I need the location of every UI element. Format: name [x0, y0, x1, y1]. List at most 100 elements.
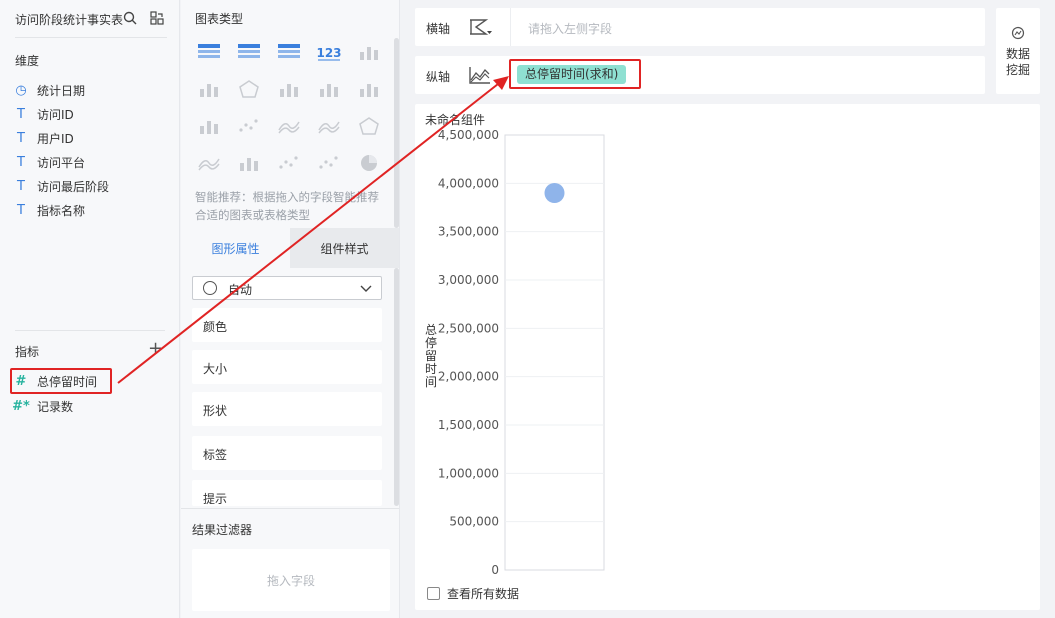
- dimension-field[interactable]: T 指标名称: [10, 199, 160, 221]
- scatter-step-icon: [239, 119, 258, 132]
- text-type-icon: T: [17, 130, 25, 146]
- chart-type-table-compare[interactable]: [191, 75, 227, 103]
- y-tick-label: 4,000,000: [438, 176, 499, 190]
- dataset-title: 访问阶段统计事实表: [15, 13, 124, 27]
- result-filter-section: 结果过滤器 拖入字段: [181, 508, 399, 618]
- y-tick-label: 1,500,000: [438, 418, 499, 432]
- property-color[interactable]: 颜色: [192, 308, 382, 342]
- bar-histogram-icon: [240, 158, 258, 171]
- shape-type-value: 自动: [228, 283, 253, 297]
- dimension-field[interactable]: T 访问ID: [10, 103, 160, 125]
- clock-icon: ◷: [15, 82, 27, 98]
- property-label: 形状: [203, 404, 228, 418]
- dimension-field[interactable]: ◷ 统计日期: [10, 79, 160, 101]
- y-tick-label: 2,500,000: [438, 321, 499, 335]
- chart-type-kpi-number[interactable]: 123: [311, 38, 347, 66]
- view-all-data-toggle[interactable]: 查看所有数据: [427, 585, 519, 602]
- text-type-icon: T: [17, 106, 25, 122]
- property-tooltip[interactable]: 提示: [192, 480, 382, 506]
- chart-type-radar[interactable]: [351, 112, 387, 140]
- divider: [510, 8, 511, 46]
- chart-type-heat-grid[interactable]: [191, 112, 227, 140]
- data-mining-button[interactable]: 数据 挖掘: [996, 8, 1040, 94]
- bar-stacked-icon: [280, 84, 298, 97]
- chart-type-line-cross[interactable]: [311, 112, 347, 140]
- field-label: 指标名称: [37, 203, 86, 218]
- chart-type-scatter-dots[interactable]: [271, 149, 307, 177]
- property-size[interactable]: 大小: [192, 350, 382, 384]
- sort-axis-icon[interactable]: [468, 17, 492, 37]
- text-type-icon: T: [17, 202, 25, 218]
- table-mini-icon: [360, 47, 378, 60]
- table-compare-icon: [200, 84, 218, 97]
- bar-column-icon: [320, 84, 338, 97]
- property-label: 大小: [203, 362, 228, 376]
- chart-type-scrollbar[interactable]: [394, 38, 399, 228]
- field-label: 访问最后阶段: [37, 179, 110, 194]
- field-label: 用户ID: [37, 131, 74, 146]
- x-axis-drop-zone[interactable]: 请拖入左侧字段: [528, 20, 612, 37]
- svg-text:123: 123: [317, 46, 341, 60]
- chart-type-table-cross[interactable]: [231, 38, 267, 66]
- scatter-point[interactable]: [544, 183, 565, 203]
- text-type-icon: T: [17, 178, 25, 194]
- divider: [15, 330, 165, 331]
- property-scrollbar[interactable]: [394, 268, 399, 506]
- layout-switch-icon[interactable]: [150, 11, 164, 25]
- chart-type-pie[interactable]: [351, 149, 387, 177]
- view-all-label: 查看所有数据: [447, 587, 520, 601]
- filter-drop-zone[interactable]: 拖入字段: [192, 549, 390, 611]
- chart-type-bar-grouped[interactable]: [351, 75, 387, 103]
- chart-type-bar-stacked[interactable]: [271, 75, 307, 103]
- scatter-plot: 0 500,000 1,000,000 1,500,000 2,000,000 2,500…: [425, 128, 605, 577]
- chart-type-area-wave[interactable]: [191, 149, 227, 177]
- field-label: 访问平台: [37, 155, 86, 170]
- property-tabs: 图形属性 组件样式: [181, 228, 399, 268]
- y-tick-label: 3,500,000: [438, 225, 499, 239]
- dataset-header: 访问阶段统计事实表: [15, 10, 167, 38]
- result-filter-title: 结果过滤器: [192, 523, 253, 537]
- dimension-field[interactable]: T 访问平台: [10, 151, 160, 173]
- smart-recommend-hint: 智能推荐：根据拖入的字段智能推荐合适的图表或表格类型: [195, 190, 379, 222]
- chart-type-title: 图表类型: [195, 12, 244, 26]
- chart-type-scatter-step[interactable]: [231, 112, 267, 140]
- chart-type-table-detail[interactable]: [271, 38, 307, 66]
- view-all-checkbox[interactable]: [427, 587, 440, 600]
- pie-icon: [361, 155, 377, 171]
- property-label: 提示: [203, 492, 228, 506]
- table-detail-icon: [278, 44, 300, 58]
- chart-component: 未命名组件 0 500,000 1,000,000 1,500,000 2,000,00…: [415, 104, 1040, 610]
- dimension-field[interactable]: T 用户ID: [10, 127, 160, 149]
- field-label: 统计日期: [37, 83, 86, 98]
- tab-graphic-properties[interactable]: 图形属性: [181, 228, 290, 268]
- dimension-field[interactable]: T 访问最后阶段: [10, 175, 160, 197]
- metric-field[interactable]: #* 记录数: [10, 395, 160, 417]
- x-axis-label: 横轴: [426, 22, 451, 36]
- chart-type-bar-column[interactable]: [311, 75, 347, 103]
- search-icon[interactable]: [123, 11, 137, 25]
- shape-type-select[interactable]: 自动: [192, 276, 382, 300]
- metrics-label: 指标: [15, 345, 40, 359]
- chart-type-table-mini[interactable]: [351, 38, 387, 66]
- line-chart-axis-icon[interactable]: [468, 65, 492, 85]
- property-shape[interactable]: 形状: [192, 392, 382, 426]
- chart-type-table-grouped[interactable]: [191, 38, 227, 66]
- chart-type-bar-histogram[interactable]: [231, 149, 267, 177]
- add-metric-button[interactable]: +: [148, 340, 163, 358]
- chart-type-line-multi[interactable]: [271, 112, 307, 140]
- text-type-icon: T: [17, 154, 25, 170]
- dimensions-label: 维度: [15, 54, 40, 68]
- y-axis-label: 纵轴: [426, 70, 451, 84]
- scatter-dots-icon: [279, 156, 298, 169]
- heat-grid-icon: [200, 121, 218, 134]
- y-tick-label: 2,000,000: [438, 370, 499, 384]
- tab-component-style[interactable]: 组件样式: [290, 228, 399, 268]
- property-label-config[interactable]: 标签: [192, 436, 382, 470]
- field-label: 访问ID: [37, 107, 74, 122]
- bar-grouped-icon: [360, 84, 378, 97]
- chart-type-funnel-dots[interactable]: [311, 149, 347, 177]
- funnel-dots-icon: [319, 156, 338, 169]
- chart-type-map-area[interactable]: [231, 75, 267, 103]
- chevron-down-icon: [360, 285, 372, 292]
- map-area-icon: [239, 80, 259, 98]
